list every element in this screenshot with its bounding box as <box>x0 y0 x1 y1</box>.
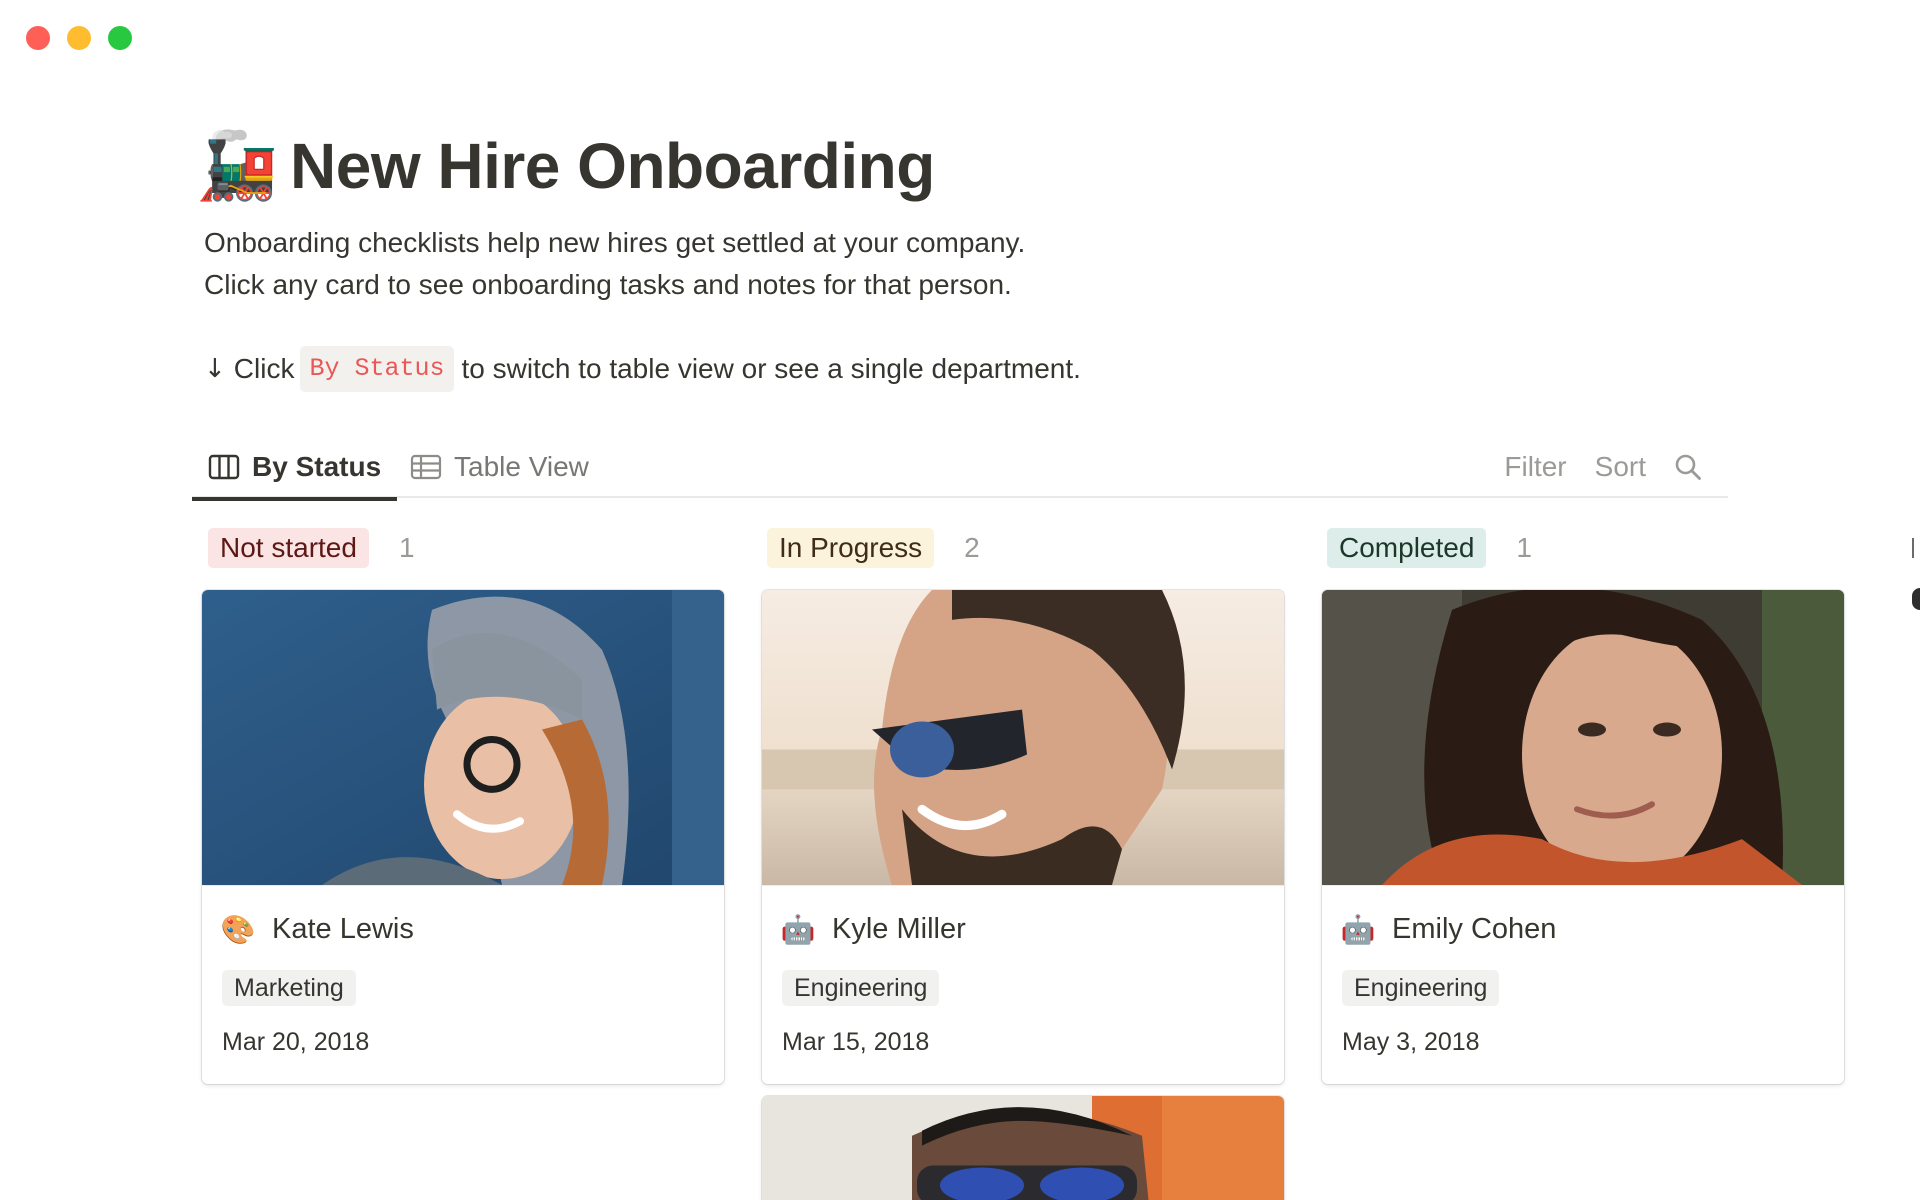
column-count: 1 <box>398 532 415 563</box>
start-date: May 3, 2018 <box>1342 1028 1480 1056</box>
train-icon[interactable]: 🚂 <box>196 126 278 206</box>
next-column-edge <box>1912 536 1920 626</box>
hint-code: By Status <box>300 346 454 392</box>
card-cover-photo <box>762 1096 1284 1200</box>
filter-button[interactable]: Filter <box>1504 451 1566 483</box>
start-date: Mar 15, 2018 <box>782 1028 930 1056</box>
window-controls <box>26 26 132 50</box>
department-tag: Marketing <box>222 970 356 1006</box>
arrow-down-icon: ↓ <box>204 354 226 384</box>
card-cover-photo <box>202 590 724 886</box>
person-name: Kate Lewis <box>272 912 414 945</box>
page-description: Onboarding checklists help new hires get… <box>204 222 1025 306</box>
person-card[interactable]: 🤖 Emily Cohen Engineering May 3, 2018 <box>1322 590 1844 1084</box>
card-title: 🎨 Kate Lewis <box>202 908 724 950</box>
cover-image <box>762 1096 1284 1200</box>
tab-by-status[interactable]: By Status <box>191 436 398 501</box>
card-edge <box>1912 588 1920 610</box>
board-icon <box>208 454 240 480</box>
cover-image <box>762 590 1284 885</box>
description-line: Onboarding checklists help new hires get… <box>204 227 1026 258</box>
view-tabs-bar: By Status Table View Filter Sort <box>191 436 1728 501</box>
robot-icon: 🤖 <box>1340 912 1376 946</box>
tab-label: By Status <box>252 451 382 482</box>
cover-image <box>1322 590 1844 885</box>
person-card[interactable]: 🎨 Kate Lewis Marketing Mar 20, 2018 <box>202 590 724 1084</box>
description-line: Click any card to see onboarding tasks a… <box>204 269 1012 300</box>
palette-icon: 🎨 <box>220 912 256 946</box>
sort-button[interactable]: Sort <box>1595 451 1646 483</box>
column-header-not-started: Not started 1 <box>208 528 415 568</box>
card-title: 🤖 Emily Cohen <box>1322 908 1844 950</box>
table-icon <box>410 454 442 480</box>
column-count: 1 <box>1516 532 1532 563</box>
page-header: 🚂 New Hire Onboarding <box>196 126 935 206</box>
hint-prefix: Click <box>233 353 295 384</box>
card-cover-photo <box>762 590 1284 886</box>
person-name: Kyle Miller <box>832 912 966 945</box>
person-card[interactable]: 🤖 Kyle Miller Engineering Mar 15, 2018 <box>762 590 1284 1084</box>
hint-suffix: to switch to table view or see a single … <box>461 353 1081 384</box>
card-cover-photo <box>1322 590 1844 886</box>
search-icon[interactable] <box>1674 453 1702 481</box>
department-tag: Engineering <box>1342 970 1500 1006</box>
column-header-in-progress: In Progress 2 <box>767 528 980 568</box>
column-header-completed: Completed 1 <box>1327 528 1532 568</box>
tab-table-view[interactable]: Table View <box>410 436 589 498</box>
status-tag[interactable]: In Progress <box>767 528 935 568</box>
view-tools: Filter Sort <box>1504 436 1702 498</box>
cover-image <box>202 590 724 885</box>
tab-label: Table View <box>454 451 589 482</box>
column-header-edge <box>1912 538 1914 558</box>
card-title: 🤖 Kyle Miller <box>762 908 1284 950</box>
start-date: Mar 20, 2018 <box>222 1028 370 1056</box>
maximize-window-button[interactable] <box>108 26 132 50</box>
view-hint: ↓ Click By Status to switch to table vie… <box>204 346 1081 392</box>
status-tag[interactable]: Completed <box>1327 528 1487 568</box>
close-window-button[interactable] <box>26 26 50 50</box>
minimize-window-button[interactable] <box>67 26 91 50</box>
department-tag: Engineering <box>782 970 940 1006</box>
status-tag[interactable]: Not started <box>208 528 369 568</box>
column-count: 2 <box>964 532 980 563</box>
page-title[interactable]: New Hire Onboarding <box>290 126 935 206</box>
robot-icon: 🤖 <box>780 912 816 946</box>
person-card-partial[interactable] <box>762 1096 1284 1200</box>
person-name: Emily Cohen <box>1392 912 1557 945</box>
